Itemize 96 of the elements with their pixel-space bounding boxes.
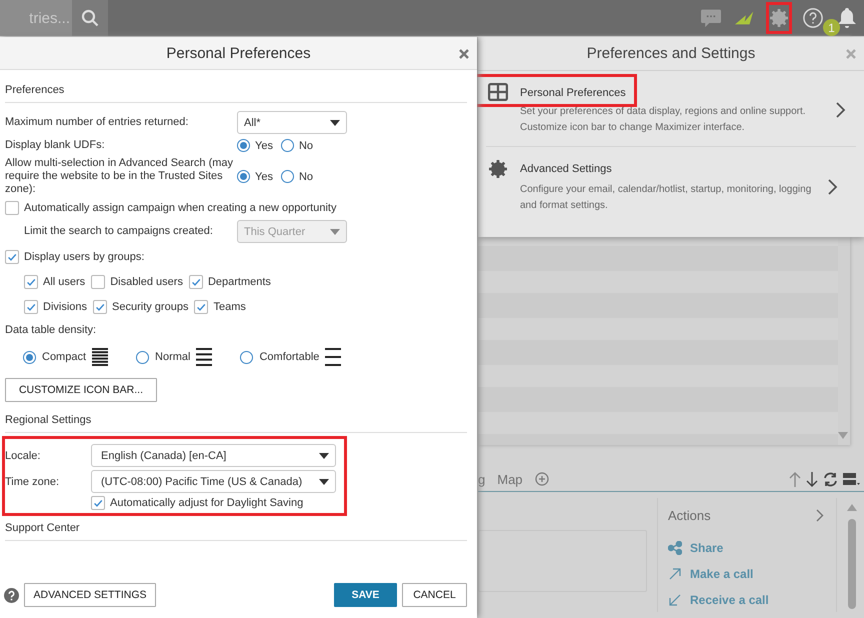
- dropdown[interactable]: All*: [237, 111, 347, 134]
- dialog-title: Personal Preferences: [166, 44, 311, 62]
- checkbox-label: All users: [43, 276, 86, 288]
- chat-icon[interactable]: [701, 7, 721, 29]
- section-heading: Regional Settings: [5, 414, 92, 426]
- arrow-down-left-icon: [668, 593, 682, 607]
- radio-button[interactable]: [136, 350, 150, 364]
- advanced-settings-button[interactable]: ADVANCED SETTINGS: [24, 583, 156, 607]
- close-icon[interactable]: [846, 49, 856, 59]
- density-icon: [325, 348, 342, 366]
- help-icon[interactable]: [803, 7, 823, 29]
- radio-button[interactable]: [240, 350, 254, 364]
- section-heading: Support Center: [5, 522, 80, 534]
- help-icon[interactable]: [4, 588, 19, 602]
- gear-icon: [488, 159, 508, 179]
- checkmark-icon: [92, 497, 104, 509]
- save-button[interactable]: SAVE: [334, 583, 397, 607]
- customize-button[interactable]: CUSTOMIZE ICON BAR...: [5, 378, 157, 402]
- checkbox-label: Departments: [208, 276, 271, 288]
- field-label: Allow multi-selection in Advanced Search (may require the website to be in the Trusted Sites zone):: [5, 157, 234, 196]
- checkbox-label: Divisions: [43, 301, 88, 313]
- field-label: Limit the search to campaigns created:: [23, 225, 214, 238]
- section-heading: Preferences: [5, 70, 467, 103]
- radio-button[interactable]: [237, 170, 250, 183]
- search-icon: [81, 9, 99, 27]
- cancel-button[interactable]: CANCEL: [402, 583, 467, 607]
- checkmark-icon: [25, 301, 37, 313]
- radio-label: Compact: [42, 351, 86, 363]
- checkbox[interactable]: [5, 250, 19, 264]
- checkmark-icon: [6, 251, 18, 263]
- menu-item-title[interactable]: Personal Preferences: [520, 83, 626, 103]
- menu-item-description: Set your preferences of data display, regions and online support. Customize icon bar to change Maximizer interface.: [520, 105, 807, 135]
- arrow-up-icon[interactable]: [789, 472, 801, 486]
- grid-icon: [488, 83, 508, 101]
- scrollbar-thumb[interactable]: [848, 519, 856, 609]
- caret-icon: [330, 120, 340, 126]
- checkbox[interactable]: [91, 496, 105, 510]
- checkbox-label: Disabled users: [110, 276, 183, 288]
- checkbox[interactable]: [5, 201, 19, 215]
- checkmark-icon: [94, 301, 106, 313]
- checkbox[interactable]: [91, 275, 106, 289]
- radio-label: Yes: [255, 170, 273, 182]
- layout-icon[interactable]: [843, 472, 860, 486]
- radio-label: Normal: [155, 351, 190, 363]
- checkbox[interactable]: [93, 300, 108, 314]
- radio-button[interactable]: [280, 139, 294, 152]
- settings-icon[interactable]: [769, 7, 789, 29]
- arrow-down-icon[interactable]: [806, 472, 818, 486]
- checkbox-label: Teams: [213, 301, 246, 313]
- radio-button[interactable]: [280, 170, 294, 183]
- menu-item-description: Configure your email, calendar/hotlist, startup, monitoring, logging and format settings.: [520, 183, 812, 213]
- notification-badge: 1: [823, 19, 840, 36]
- field-label: Data table density:: [5, 324, 96, 336]
- radio-button[interactable]: [23, 350, 36, 364]
- chevron-right-icon[interactable]: [816, 509, 824, 522]
- field-label: Locale:: [5, 450, 42, 462]
- checkbox-label: Automatically adjust for Daylight Saving: [110, 497, 304, 509]
- chevron-right-icon[interactable]: [836, 102, 846, 118]
- menu-item-title[interactable]: Advanced Settings: [520, 159, 612, 179]
- scroll-up-icon[interactable]: [847, 504, 857, 511]
- checkbox[interactable]: [188, 275, 203, 289]
- checkbox-label: Security groups: [112, 301, 188, 313]
- caret-icon: [319, 478, 329, 484]
- checkbox[interactable]: [24, 300, 38, 314]
- caret-icon: [319, 452, 329, 458]
- caret-icon: [330, 228, 340, 234]
- radio-label: Comfortable: [259, 351, 320, 363]
- share-icon: [668, 541, 682, 555]
- radio-button[interactable]: [237, 139, 250, 152]
- dropdown[interactable]: English (Canada) [en-CA]: [91, 444, 336, 467]
- checkbox[interactable]: [194, 300, 208, 314]
- checkmark-icon: [195, 301, 208, 313]
- radio-label: Yes: [255, 140, 273, 152]
- checkmark-icon: [190, 276, 202, 288]
- checkbox[interactable]: [24, 275, 38, 289]
- density-icon: [92, 348, 108, 366]
- checkbox-label: Automatically assign campaign when creating a new opportunity: [24, 202, 336, 214]
- search-button[interactable]: [72, 0, 108, 36]
- field-label: Maximum number of entries returned:: [5, 116, 190, 129]
- add-tab-icon[interactable]: [534, 472, 549, 486]
- bell-icon[interactable]: [838, 7, 856, 29]
- refresh-icon[interactable]: [823, 472, 838, 486]
- radio-label: No: [298, 140, 314, 152]
- arrow-up-right-icon: [668, 567, 682, 581]
- radio-label: No: [298, 170, 314, 182]
- field-label: Display blank UDFs:: [5, 139, 106, 152]
- field-label: Time zone:: [5, 476, 60, 488]
- checkbox-label: Display users by groups:: [24, 251, 144, 263]
- close-icon[interactable]: [459, 49, 469, 59]
- chevron-right-icon[interactable]: [828, 178, 838, 194]
- dropdown[interactable]: (UTC-08:00) Pacific Time (US & Canada): [91, 470, 336, 493]
- actions-heading: Actions: [668, 508, 711, 523]
- checkmark-icon: [25, 276, 37, 288]
- logo-icon[interactable]: [735, 11, 755, 25]
- panel-title: Preferences and Settings: [586, 45, 756, 62]
- density-icon: [196, 348, 212, 366]
